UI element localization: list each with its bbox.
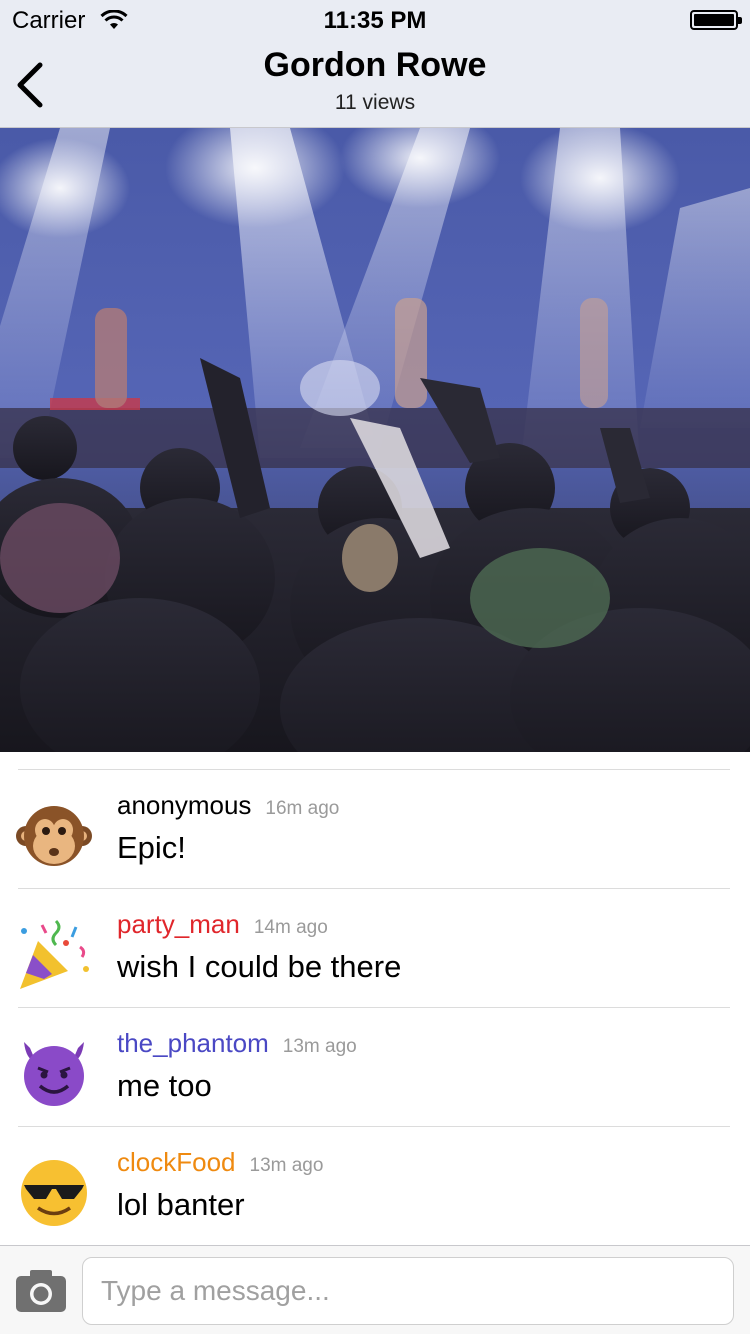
comments-list[interactable]: anonymous 16m ago Epic! party_man 14m ago … — [0, 752, 750, 1245]
comment-row: clockFood 13m ago lol banter — [0, 1127, 750, 1245]
party-popper-icon — [20, 919, 89, 989]
comment-row: anonymous 16m ago Epic! — [0, 770, 750, 888]
comment-time: 13m ago — [249, 1155, 324, 1176]
comment-row: party_man 14m ago wish I could be there — [0, 889, 750, 1007]
concert-photo[interactable] — [0, 128, 750, 752]
message-input[interactable] — [82, 1257, 734, 1325]
page-title: Gordon Rowe — [263, 46, 487, 84]
message-composer — [0, 1245, 750, 1334]
smiling-devil-icon — [24, 1042, 84, 1106]
view-count: 11 views — [334, 91, 416, 114]
comment-time: 14m ago — [253, 917, 328, 938]
comment-time: 13m ago — [282, 1036, 357, 1057]
comment-message: me too — [117, 1068, 212, 1103]
navigation-header: Carrier 11:35 PM Gordon Rowe 11 views — [0, 0, 750, 128]
comment-username[interactable]: the_phantom — [117, 1028, 269, 1058]
comment-row: the_phantom 13m ago me too — [0, 1008, 750, 1126]
comment-message: wish I could be there — [117, 949, 402, 984]
comment-message: Epic! — [117, 830, 186, 865]
comment-time: 16m ago — [265, 798, 340, 819]
comment-username[interactable]: anonymous — [117, 790, 251, 820]
sunglasses-face-icon — [21, 1160, 87, 1226]
status-bar: Carrier 11:35 PM — [0, 0, 750, 40]
monkey-face-icon — [16, 806, 92, 866]
comment-username[interactable]: party_man — [117, 909, 240, 939]
clock: 11:35 PM — [323, 7, 427, 34]
camera-icon[interactable] — [16, 1270, 66, 1312]
battery-icon — [690, 10, 742, 30]
comment-message: lol banter — [117, 1187, 245, 1222]
comment-username[interactable]: clockFood — [117, 1147, 236, 1177]
